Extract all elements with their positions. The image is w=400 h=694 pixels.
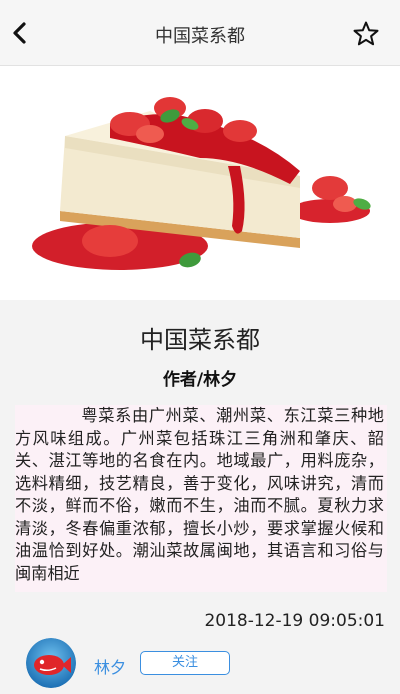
- article-content: 粤菜系由广州菜、潮州菜、东江菜三种地方风味组成。广州菜包括珠江三角洲和肇庆、韶关…: [15, 405, 387, 592]
- article-title: 中国菜系都: [140, 326, 260, 354]
- avatar[interactable]: [26, 638, 76, 688]
- article-author-line: 作者/林夕: [162, 370, 238, 390]
- hero-image: [0, 66, 400, 300]
- top-navbar: 中国菜系都: [0, 0, 400, 66]
- star-icon[interactable]: [352, 20, 380, 48]
- publish-time: 2018-12-19 09:05:01: [204, 611, 385, 631]
- follow-button[interactable]: 关注: [140, 651, 230, 675]
- author-name[interactable]: 林夕: [94, 654, 126, 678]
- nav-title: 中国菜系都: [155, 26, 245, 47]
